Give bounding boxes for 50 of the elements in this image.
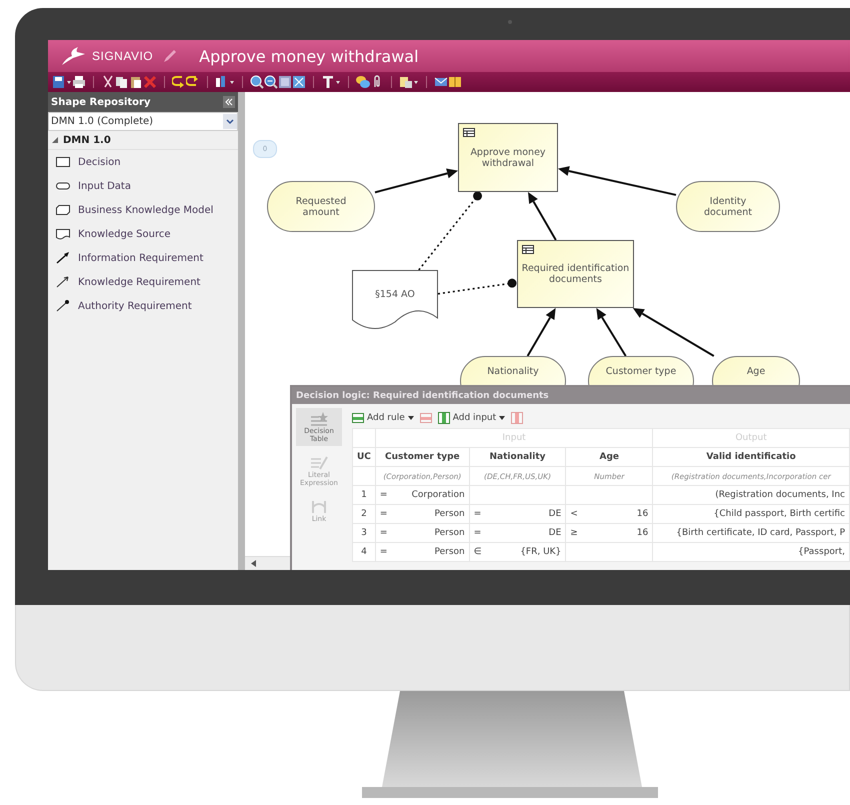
column-header: Valid identificatio: [652, 448, 850, 466]
node-label: Customer type: [604, 366, 678, 377]
operator: =: [474, 509, 482, 519]
dialog-title: Decision logic: Required identification documents: [292, 387, 850, 404]
node-label: §154 AO: [374, 288, 416, 300]
cell-value: DE: [548, 528, 562, 538]
output-cell: (Registration documents, Inc: [652, 486, 850, 504]
output-cell: {Child passport, Birth certific: [652, 504, 850, 524]
row-number: 1: [352, 486, 376, 504]
column-header: Nationality: [469, 448, 566, 466]
shape-label: Business Knowledge Model: [78, 204, 214, 216]
node-label: Approve money withdrawal: [469, 146, 547, 168]
node-label: Identity document: [703, 196, 753, 218]
shape-label: Knowledge Source: [78, 228, 170, 240]
operator: <: [570, 509, 578, 519]
cell-value: {FR, UK}: [520, 547, 562, 557]
document-title: Approve money withdrawal: [199, 46, 419, 66]
column-header: Age: [566, 448, 653, 466]
operator: =: [474, 528, 482, 538]
operator: =: [380, 490, 388, 500]
row-number: 4: [352, 542, 376, 562]
cell-value: 16: [636, 528, 648, 538]
column-header: UC: [352, 448, 376, 466]
shape-label: Knowledge Requirement: [78, 276, 200, 288]
shape-label: Input Data: [78, 180, 131, 192]
shape-label: Decision: [78, 156, 121, 168]
cell-value: Person: [434, 509, 465, 519]
cell-value: Person: [434, 528, 465, 538]
cell-value: Person: [434, 547, 465, 557]
node-label: Required identification documents: [520, 263, 630, 285]
output-cell: {Passport,: [652, 542, 850, 562]
operator: =: [380, 528, 388, 538]
shape-label: Information Requirement: [78, 252, 204, 264]
shape-label: Authority Requirement: [78, 300, 192, 312]
node-label: Age: [746, 366, 766, 377]
operator: =: [380, 547, 388, 557]
column-header: Customer type: [375, 448, 470, 466]
output-cell: {Birth certificate, ID card, Passport, P: [652, 524, 850, 542]
cell-value: 16: [636, 509, 648, 519]
row-number: 2: [352, 504, 376, 524]
panel-title: Shape Repository: [51, 96, 150, 108]
group-label: DMN 1.0: [63, 134, 111, 146]
operator: =: [380, 509, 388, 519]
operator: ≥: [570, 528, 578, 538]
row-number: 3: [352, 524, 376, 542]
operator: ∈: [474, 547, 482, 557]
node-label: Requested amount: [294, 196, 348, 218]
cell-value: DE: [548, 509, 562, 519]
node-label: Nationality: [486, 366, 540, 377]
cell-value: Corporation: [412, 490, 465, 500]
